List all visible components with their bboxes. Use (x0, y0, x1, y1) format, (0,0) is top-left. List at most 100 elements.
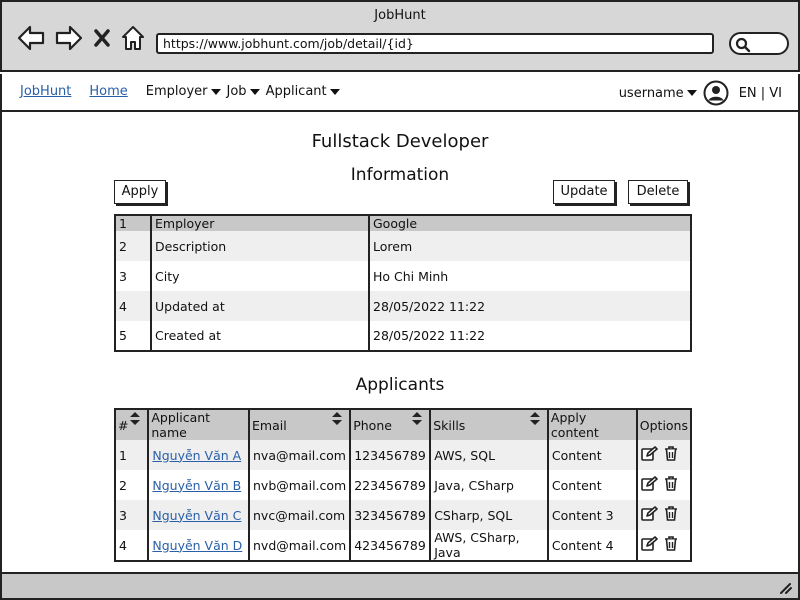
column-header-label: Phone (353, 417, 392, 433)
applicant-email: nva@mail.com (253, 447, 346, 463)
info-field-label: City (151, 261, 370, 291)
edit-icon[interactable] (640, 536, 658, 554)
info-row-number: 1 (115, 215, 152, 231)
applicant-email: nvb@mail.com (253, 477, 347, 493)
resize-grip-icon[interactable] (778, 582, 792, 594)
language-switch[interactable]: EN | VI (739, 86, 782, 101)
row-options (640, 536, 687, 554)
column-header-label: Email (252, 417, 287, 433)
info-field-value: Ho Chi Minh (373, 268, 449, 284)
applicant-phone-cell: 423456789 (350, 530, 432, 561)
info-row-number: 2 (115, 231, 152, 261)
applicant-email-cell: nvd@mail.com (249, 530, 352, 561)
menu-applicant-label: Applicant (265, 84, 327, 99)
table-row: 1 Nguyễn Văn A nva@mail.com 123456789 AWS, S… (115, 440, 691, 470)
main-content: Fullstack Developer Information Apply Up… (0, 112, 800, 572)
edit-icon[interactable] (640, 446, 658, 464)
info-field-label: Description (151, 231, 370, 261)
information-table: 1 Employer Google 2 Description Lorem 3 City Ho … (114, 214, 692, 352)
options-cell (636, 500, 691, 530)
column-header-label: Options (639, 417, 688, 433)
sort-icon[interactable] (411, 412, 423, 428)
applicant-skills-cell: AWS, CSharp, Java (430, 530, 549, 561)
applicant-email-cell: nvb@mail.com (249, 470, 352, 500)
home-link[interactable]: Home (89, 84, 127, 99)
applicant-name-link-cell: Nguyễn Văn B (148, 470, 250, 500)
forward-icon[interactable] (54, 24, 84, 52)
options-cell (636, 440, 691, 470)
back-icon[interactable] (16, 24, 46, 52)
window-title: JobHunt (374, 8, 426, 23)
trash-icon[interactable] (664, 446, 678, 464)
options-cell (637, 530, 691, 561)
column-header[interactable]: # (115, 409, 150, 440)
info-row: 4 Updated at 28/05/2022 11:22 (115, 291, 691, 321)
column-header: Applicant name (148, 409, 250, 440)
home-icon[interactable] (120, 24, 146, 52)
applicant-skills-cell: Java, CSharp (430, 470, 549, 500)
user-icon[interactable] (703, 80, 729, 106)
applicant-skills: CSharp, SQL (434, 507, 513, 523)
applicant-name-link-cell: Nguyễn Văn A (148, 440, 250, 470)
row-options (640, 446, 687, 464)
info-row: 3 City Ho Chi Minh (115, 261, 691, 291)
delete-button[interactable]: Delete (628, 180, 688, 204)
menu-job[interactable]: Job (227, 84, 260, 99)
edit-icon[interactable] (640, 506, 658, 524)
applicant-name-link[interactable]: Nguyễn Văn D (152, 538, 242, 553)
apply-button[interactable]: Apply (114, 180, 166, 204)
applicant-email-cell: nva@mail.com (249, 440, 352, 470)
column-header-label: Apply content (550, 410, 599, 440)
table-row: 3 Nguyễn Văn C nvc@mail.com 323456789 CSharp… (115, 500, 691, 530)
info-field-label: Created at (151, 321, 370, 351)
sort-icon[interactable] (129, 412, 141, 428)
column-header[interactable]: Phone (350, 409, 432, 440)
edit-icon[interactable] (640, 476, 658, 494)
apply-content: Content 3 (551, 507, 614, 523)
applicant-email: nvd@mail.com (253, 537, 347, 553)
info-field-label: Employer (151, 215, 370, 231)
applicant-name-link[interactable]: Nguyễn Văn C (152, 508, 241, 523)
applicant-name-link-cell: Nguyễn Văn D (148, 530, 250, 561)
menu-applicant[interactable]: Applicant (266, 84, 340, 99)
column-header[interactable]: Email (249, 409, 352, 440)
user-menu[interactable]: username (619, 86, 697, 101)
options-cell (637, 470, 691, 500)
close-icon[interactable] (92, 26, 112, 50)
trash-icon[interactable] (664, 476, 678, 494)
browser-search-button[interactable] (729, 32, 789, 55)
table-row: 4 Nguyễn Văn D nvd@mail.com 423456789 AWS, C… (115, 530, 691, 561)
applicant-phone: 323456789 (354, 507, 426, 523)
update-button[interactable]: Update (553, 180, 615, 204)
row-options (640, 476, 687, 494)
info-field-value: 28/05/2022 11:22 (373, 328, 486, 343)
info-row-number: 4 (115, 291, 152, 321)
column-header-label: Applicant name (151, 410, 211, 440)
url-input[interactable]: https://www.jobhunt.com/job/detail/{id} (156, 33, 714, 54)
applicant-phone: 123456789 (354, 447, 426, 463)
info-row-number: 3 (115, 261, 152, 291)
page-title: Fullstack Developer (311, 131, 489, 152)
chevron-down-icon (249, 88, 260, 95)
menu-employer[interactable]: Employer (146, 84, 221, 99)
menu-job-label: Job (226, 84, 247, 99)
applicant-name-link[interactable]: Nguyễn Văn A (152, 448, 241, 463)
row-number: 4 (119, 537, 127, 553)
table-row: 2 Nguyễn Văn B nvb@mail.com 223456789 Java, … (115, 470, 691, 500)
applicants-table: # Applicant name Email Phone Skills Apply con… (114, 408, 692, 562)
row-number-cell: 3 (115, 500, 150, 530)
trash-icon[interactable] (664, 536, 678, 554)
row-number: 1 (119, 447, 127, 463)
apply-content-cell: Content (547, 470, 638, 500)
applicant-name-link[interactable]: Nguyễn Văn B (152, 478, 241, 493)
applicant-phone: 423456789 (354, 537, 426, 553)
browser-titlebar: JobHunt https://www.jobhunt.com/job/deta… (0, 0, 800, 72)
browser-statusbar (0, 572, 800, 600)
sort-icon[interactable] (331, 412, 343, 428)
applicant-phone: 223456789 (354, 477, 426, 493)
sort-icon[interactable] (529, 412, 541, 428)
brand-link[interactable]: JobHunt (20, 84, 71, 99)
chevron-down-icon (686, 90, 697, 96)
column-header[interactable]: Skills (430, 409, 549, 440)
trash-icon[interactable] (664, 506, 678, 524)
